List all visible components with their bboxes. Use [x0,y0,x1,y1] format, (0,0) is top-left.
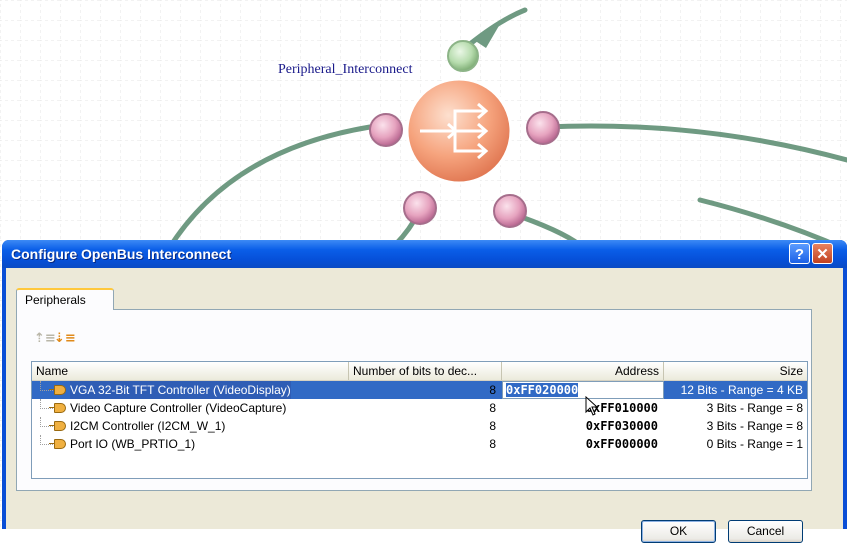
dialog-title: Configure OpenBus Interconnect [11,246,232,262]
help-button[interactable]: ? [789,243,810,264]
row-bits: 8 [489,437,496,451]
ok-button[interactable]: OK [641,520,716,543]
peripheral-icon [49,385,66,395]
tab-peripherals[interactable]: Peripherals [16,288,114,310]
output-port-icon[interactable] [526,111,560,145]
column-header-address[interactable]: Address [502,362,664,380]
peripherals-grid: Name Number of bits to dec... Address Si… [31,361,808,479]
cancel-button[interactable]: Cancel [728,520,803,543]
grid-header: Name Number of bits to dec... Address Si… [32,362,807,381]
row-bits: 8 [489,419,496,433]
row-name: Video Capture Controller (VideoCapture) [70,401,287,415]
dialog-body: Peripherals ⇡≡ ⇣≡ Name Number of bits to… [6,268,843,543]
output-port-icon[interactable] [369,113,403,147]
table-row[interactable]: Video Capture Controller (VideoCapture) … [32,399,807,417]
row-bits: 8 [489,401,496,415]
peripheral-icon [49,421,66,431]
row-size: 0 Bits - Range = 1 [706,437,803,451]
row-size: 12 Bits - Range = 4 KB [680,383,803,397]
mouse-cursor-icon [585,396,599,416]
row-size: 3 Bits - Range = 8 [706,401,803,415]
peripherals-panel: ⇡≡ ⇣≡ Name Number of bits to dec... Addr… [16,309,812,491]
address-edit-text[interactable]: 0xFF020000 [506,383,579,397]
row-address[interactable]: 0xFF030000 [502,417,658,435]
close-button[interactable]: ✕ [812,243,833,264]
address-edit-field[interactable]: 0xFF020000 [502,381,664,399]
sort-descending-icon[interactable]: ⇣≡ [54,331,76,346]
output-port-icon[interactable] [403,191,437,225]
column-header-name[interactable]: Name [32,362,349,380]
configure-openbus-dialog: Configure OpenBus Interconnect ? ✕ Perip… [2,240,847,543]
table-row[interactable]: VGA 32-Bit TFT Controller (VideoDisplay)… [32,381,807,399]
table-row[interactable]: I2CM Controller (I2CM_W_1) 8 0xFF030000 … [32,417,807,435]
column-header-size[interactable]: Size [664,362,807,380]
input-port-icon[interactable] [447,40,479,72]
output-port-icon[interactable] [493,194,527,228]
node-label: Peripheral_Interconnect [278,62,413,77]
row-address[interactable]: 0xFF010000 [502,399,658,417]
row-name: I2CM Controller (I2CM_W_1) [70,419,226,433]
sort-ascending-icon[interactable]: ⇡≡ [34,331,56,346]
dialog-title-bar[interactable]: Configure OpenBus Interconnect ? ✕ [2,240,847,268]
row-bits: 8 [489,383,496,397]
row-address[interactable]: 0xFF000000 [502,435,658,453]
row-name: Port IO (WB_PRTIO_1) [70,437,196,451]
peripheral-icon [49,439,66,449]
tab-label: Peripherals [25,293,86,307]
peripheral-icon [49,403,66,413]
row-size: 3 Bits - Range = 8 [706,419,803,433]
table-row[interactable]: Port IO (WB_PRTIO_1) 8 0xFF000000 0 Bits… [32,435,807,453]
row-name: VGA 32-Bit TFT Controller (VideoDisplay) [70,381,291,399]
column-header-bits[interactable]: Number of bits to dec... [349,362,502,380]
